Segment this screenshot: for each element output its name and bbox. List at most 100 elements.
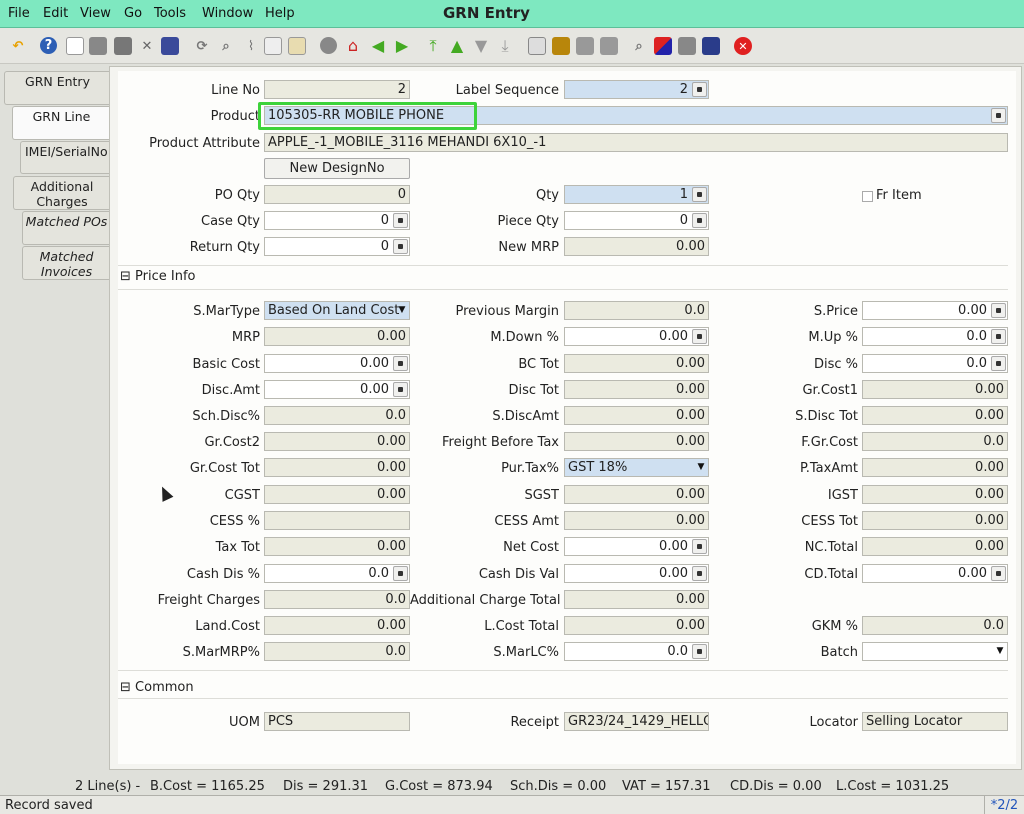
product-lookup-icon[interactable] xyxy=(991,108,1006,123)
history-icon[interactable] xyxy=(320,37,337,54)
cash-dis-spinner-icon[interactable] xyxy=(393,566,408,581)
label-sequence-spinner-icon[interactable] xyxy=(692,82,707,97)
tab-matched-pos[interactable]: Matched POs xyxy=(22,211,110,245)
cd-total-field[interactable]: 0.00 xyxy=(862,564,1008,583)
case-qty-value: 0 xyxy=(380,213,389,228)
refresh-icon[interactable]: ⟳ xyxy=(193,37,211,55)
price-info-section-header[interactable]: ⊟ Price Info xyxy=(120,269,196,284)
m-down-spinner-icon[interactable] xyxy=(692,329,707,344)
tab-matched-invoices[interactable]: Matched Invoices xyxy=(22,246,110,280)
product-info-icon[interactable] xyxy=(678,37,696,55)
summary-bcost: B.Cost = 1165.25 xyxy=(150,779,265,794)
chevron-down-icon[interactable]: ▼ xyxy=(994,644,1006,659)
attach-icon[interactable]: ⌇ xyxy=(242,37,260,55)
last-record-icon[interactable]: ⤓ xyxy=(496,37,514,55)
cash-dis-val-field[interactable]: 0.00 xyxy=(564,564,709,583)
s-marlc-spinner-icon[interactable] xyxy=(692,644,707,659)
label-sequence-field[interactable]: 2 xyxy=(564,80,709,99)
common-section-header[interactable]: ⊟ Common xyxy=(120,680,194,695)
undo-icon[interactable]: ↶ xyxy=(9,37,27,55)
cd-total-spinner-icon[interactable] xyxy=(991,566,1006,581)
gr-cost2-field: 0.00 xyxy=(264,432,410,451)
workflow-icon[interactable] xyxy=(654,37,672,55)
basic-cost-field[interactable]: 0.00 xyxy=(264,354,410,373)
collapse-icon[interactable]: ⊟ xyxy=(120,269,131,284)
menu-view[interactable]: View xyxy=(80,6,111,21)
delete-icon[interactable] xyxy=(114,37,132,55)
chevron-down-icon[interactable]: ▼ xyxy=(396,303,408,318)
cash-dis-field[interactable]: 0.0 xyxy=(264,564,410,583)
net-cost-field[interactable]: 0.00 xyxy=(564,537,709,556)
m-up-field[interactable]: 0.0 xyxy=(862,327,1008,346)
tab-grn-line[interactable]: GRN Line xyxy=(12,106,110,140)
s-marlc-field[interactable]: 0.0 xyxy=(564,642,709,661)
disc-pct-spinner-icon[interactable] xyxy=(991,356,1006,371)
chevron-down-icon[interactable]: ▼ xyxy=(695,460,707,475)
forward-icon[interactable]: ▶ xyxy=(393,37,411,55)
find-icon[interactable]: ⌕ xyxy=(217,37,235,55)
qty-spinner-icon[interactable] xyxy=(692,187,707,202)
menu-window[interactable]: Window xyxy=(202,6,253,21)
pur-tax-select[interactable]: GST 18% ▼ xyxy=(564,458,709,477)
first-record-icon[interactable]: ⤒ xyxy=(424,37,442,55)
menu-file[interactable]: File xyxy=(8,6,30,21)
piece-qty-value: 0 xyxy=(679,213,688,228)
m-down-field[interactable]: 0.00 xyxy=(564,327,709,346)
line-no-label: Line No xyxy=(211,83,260,98)
s-martype-select[interactable]: Based On Land Cost ▼ xyxy=(264,301,410,320)
m-up-spinner-icon[interactable] xyxy=(991,329,1006,344)
save-icon[interactable] xyxy=(161,37,179,55)
piece-qty-field[interactable]: 0 xyxy=(564,211,709,230)
tab-grn-entry[interactable]: GRN Entry xyxy=(4,71,110,105)
nc-total-value: 0.00 xyxy=(975,539,1004,554)
cancel-icon[interactable]: ✕ xyxy=(138,37,156,55)
fr-item-checkbox[interactable] xyxy=(862,191,873,202)
igst-field: 0.00 xyxy=(862,485,1008,504)
next-record-icon[interactable]: ▼ xyxy=(472,37,490,55)
grid-toggle-icon[interactable] xyxy=(288,37,306,55)
print-preview-icon[interactable] xyxy=(600,37,618,55)
zoom-across-icon[interactable]: ⌕ xyxy=(630,37,648,55)
previous-record-icon[interactable]: ▲ xyxy=(448,37,466,55)
save-exit-icon[interactable] xyxy=(702,37,720,55)
disc-amt-spinner-icon[interactable] xyxy=(393,382,408,397)
new-designno-button[interactable]: New DesignNo xyxy=(264,158,410,179)
menu-edit[interactable]: Edit xyxy=(43,6,68,21)
close-icon[interactable]: ✕ xyxy=(734,37,752,55)
case-qty-spinner-icon[interactable] xyxy=(393,213,408,228)
record-indicator[interactable]: *2/2 xyxy=(984,796,1024,814)
qty-field[interactable]: 1 xyxy=(564,185,709,204)
disc-pct-field[interactable]: 0.0 xyxy=(862,354,1008,373)
net-cost-spinner-icon[interactable] xyxy=(692,539,707,554)
po-qty-value: 0 xyxy=(397,187,406,202)
return-qty-field[interactable]: 0 xyxy=(264,237,410,256)
s-price-field[interactable]: 0.00 xyxy=(862,301,1008,320)
net-cost-value: 0.00 xyxy=(659,539,688,554)
disc-amt-field[interactable]: 0.00 xyxy=(264,380,410,399)
tab-additional-charges[interactable]: Additional Charges xyxy=(13,176,110,210)
s-price-spinner-icon[interactable] xyxy=(991,303,1006,318)
basic-cost-spinner-icon[interactable] xyxy=(393,356,408,371)
chat-icon[interactable] xyxy=(264,37,282,55)
case-qty-field[interactable]: 0 xyxy=(264,211,410,230)
piece-qty-spinner-icon[interactable] xyxy=(692,213,707,228)
return-qty-spinner-icon[interactable] xyxy=(393,239,408,254)
copy-icon[interactable] xyxy=(89,37,107,55)
back-icon[interactable]: ◀ xyxy=(369,37,387,55)
summary-lcost: L.Cost = 1031.25 xyxy=(836,779,950,794)
help-icon[interactable]: ? xyxy=(40,37,57,54)
report-icon[interactable] xyxy=(528,37,546,55)
menu-help[interactable]: Help xyxy=(265,6,295,21)
home-icon[interactable]: ⌂ xyxy=(344,37,362,55)
print-icon[interactable] xyxy=(576,37,594,55)
tab-imei-serialno[interactable]: IMEI/SerialNo xyxy=(20,141,110,174)
archive-icon[interactable] xyxy=(552,37,570,55)
collapse-icon[interactable]: ⊟ xyxy=(120,680,131,695)
net-cost-label: Net Cost xyxy=(503,540,559,555)
new-icon[interactable] xyxy=(66,37,84,55)
menu-go[interactable]: Go xyxy=(124,6,142,21)
menu-tools[interactable]: Tools xyxy=(154,6,186,21)
cash-dis-val-spinner-icon[interactable] xyxy=(692,566,707,581)
piece-qty-label: Piece Qty xyxy=(497,214,559,229)
batch-select[interactable]: ▼ xyxy=(862,642,1008,661)
